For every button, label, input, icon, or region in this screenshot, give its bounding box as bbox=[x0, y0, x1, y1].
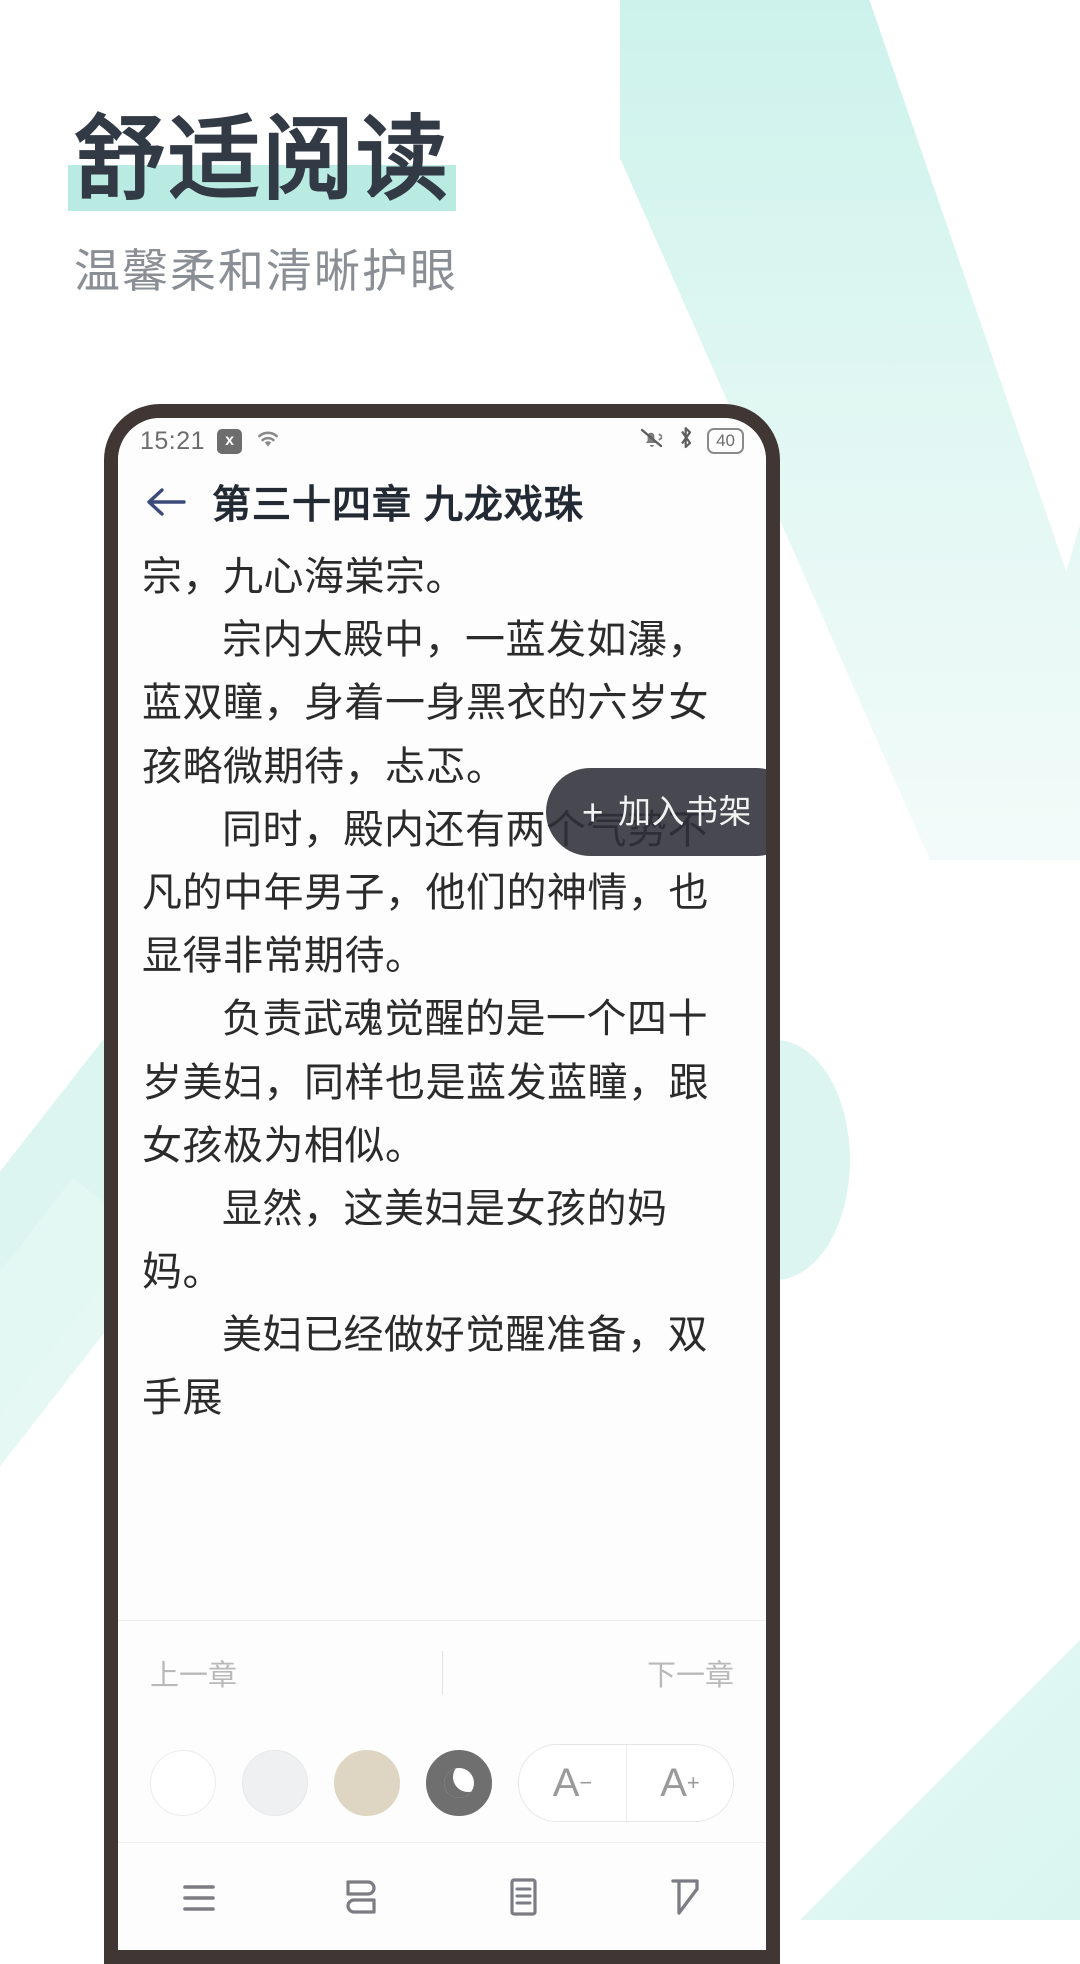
page-subtitle: 温馨柔和清晰护眼 bbox=[74, 244, 458, 297]
theme-swatch-white[interactable] bbox=[150, 1750, 216, 1816]
theme-swatch-gray[interactable] bbox=[242, 1750, 308, 1816]
reader-content[interactable]: 十分六脉，只不班自自脉，老三 宗，九心海棠宗。 宗内大殿中，一蓝发如瀑，蓝双瞳，… bbox=[118, 546, 766, 1620]
paragraph: 负责武魂觉醒的是一个四十岁美妇，同样也是蓝发蓝瞳，跟女孩极为相似。 bbox=[142, 997, 709, 1168]
theme-swatch-night[interactable] bbox=[426, 1750, 492, 1816]
paragraph: 宗，九心海棠宗。 bbox=[142, 555, 466, 599]
status-bar-left: 15:21 x bbox=[140, 427, 282, 456]
font-increase-label: A bbox=[660, 1760, 687, 1805]
bookmark-icon[interactable] bbox=[604, 1873, 766, 1921]
add-to-bookshelf-label: 加入书架 bbox=[618, 793, 752, 830]
phone-screen: 15:21 x 40 第三十四章 九龙戏珠 宗，九心海棠宗。 宗内大殿中，一蓝发… bbox=[118, 418, 766, 1950]
prev-chapter-button[interactable]: 上一章 bbox=[150, 1652, 237, 1694]
status-bar-right: 40 bbox=[639, 425, 744, 457]
font-decrease-label: A bbox=[552, 1760, 580, 1805]
close-icon: x bbox=[217, 428, 243, 454]
nav-divider bbox=[442, 1651, 443, 1695]
page-title: 舒适阅读 bbox=[68, 109, 457, 211]
battery-indicator: 40 bbox=[707, 428, 744, 454]
reader-header: 第三十四章 九龙戏珠 bbox=[118, 464, 766, 546]
bell-muted-icon bbox=[639, 426, 665, 457]
plus-icon: + bbox=[581, 791, 604, 833]
paragraph: 显然，这美妇是女孩的妈妈。 bbox=[142, 1186, 668, 1295]
font-decrease-button[interactable]: A − bbox=[519, 1745, 626, 1821]
font-size-controls: A − A + bbox=[518, 1744, 734, 1822]
battery-level: 40 bbox=[716, 431, 735, 450]
status-time: 15:21 bbox=[140, 426, 206, 455]
font-decrease-sign: − bbox=[579, 1770, 593, 1795]
reader-bottom-nav bbox=[118, 1842, 766, 1950]
content-icon[interactable] bbox=[442, 1873, 604, 1921]
phone-mockup: 15:21 x 40 第三十四章 九龙戏珠 宗，九心海棠宗。 宗内大殿中，一蓝发… bbox=[104, 404, 780, 1964]
back-arrow-icon[interactable] bbox=[144, 480, 188, 524]
wifi-icon bbox=[254, 427, 282, 456]
catalog-icon[interactable] bbox=[118, 1874, 280, 1920]
font-increase-sign: + bbox=[686, 1770, 700, 1795]
bookshelf-icon[interactable] bbox=[280, 1873, 442, 1921]
next-chapter-button[interactable]: 下一章 bbox=[647, 1652, 734, 1694]
chapter-title: 第三十四章 九龙戏珠 bbox=[212, 484, 584, 527]
theme-swatch-beige[interactable] bbox=[334, 1750, 400, 1816]
theme-and-font-row: A − A + bbox=[118, 1724, 766, 1842]
headline-text: 舒适阅读 bbox=[74, 109, 451, 211]
status-bar: 15:21 x 40 bbox=[118, 418, 766, 464]
chapter-navigation: 上一章 下一章 bbox=[118, 1620, 766, 1724]
add-to-bookshelf-button[interactable]: + 加入书架 bbox=[545, 768, 766, 857]
promo-text-block: 舒适阅读 温馨柔和清晰护眼 bbox=[68, 109, 458, 301]
bluetooth-icon bbox=[677, 425, 695, 457]
paragraph: 美妇已经做好觉醒准备，双手展 bbox=[142, 1313, 708, 1421]
moon-icon bbox=[444, 1768, 474, 1798]
font-increase-button[interactable]: A + bbox=[625, 1745, 733, 1821]
